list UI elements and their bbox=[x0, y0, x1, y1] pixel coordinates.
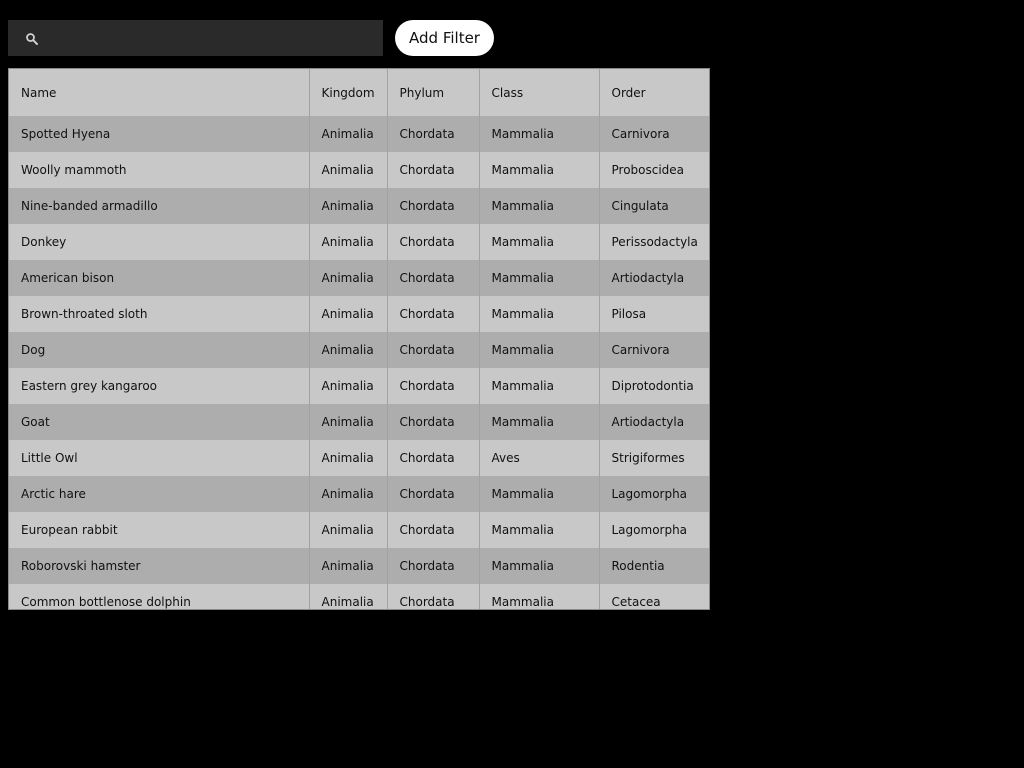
table-row[interactable]: Arctic hare Animalia Chordata Mammalia Lagom… bbox=[9, 476, 709, 512]
search-input[interactable] bbox=[48, 20, 378, 56]
cell-name: Brown-throated sloth bbox=[9, 296, 310, 332]
cell-order: Artiodactyla bbox=[611, 415, 685, 429]
cell-kingdom: Animalia bbox=[309, 224, 388, 260]
cell-phylum: Chordata bbox=[387, 548, 480, 584]
cell-name: Little Owl bbox=[9, 440, 310, 476]
cell-order: Carnivora bbox=[611, 127, 670, 141]
cell-kingdom: Animalia bbox=[309, 548, 388, 584]
cell-kingdom: Animalia bbox=[309, 296, 388, 332]
toolbar: Add Filter bbox=[8, 20, 708, 56]
cell-class: Mammalia bbox=[479, 224, 600, 260]
cell-phylum: Chordata bbox=[387, 404, 480, 440]
column-header-kingdom[interactable]: Kingdom bbox=[309, 69, 388, 116]
cell-kingdom: Animalia bbox=[309, 188, 388, 224]
cell-class: Mammalia bbox=[479, 188, 600, 224]
cell-phylum: Chordata bbox=[387, 584, 480, 609]
cell-kingdom: Animalia bbox=[309, 260, 388, 296]
cell-name: Roborovski hamster bbox=[9, 548, 310, 584]
cell-order: Lagomorpha bbox=[611, 523, 688, 537]
cell-phylum: Chordata bbox=[387, 116, 480, 152]
cell-kingdom: Animalia bbox=[309, 368, 388, 404]
cell-class: Mammalia bbox=[479, 116, 600, 152]
table-row[interactable]: Little Owl Animalia Chordata Aves Strigiform… bbox=[9, 440, 709, 476]
cell-phylum: Chordata bbox=[387, 476, 480, 512]
cell-class: Mammalia bbox=[479, 404, 600, 440]
cell-class: Mammalia bbox=[479, 368, 600, 404]
cell-kingdom: Animalia bbox=[309, 440, 388, 476]
cell-class: Mammalia bbox=[479, 584, 600, 609]
table-header: Name Kingdom Phylum Class Order bbox=[9, 69, 709, 116]
cell-phylum: Chordata bbox=[387, 296, 480, 332]
column-header-order[interactable]: Order bbox=[599, 69, 709, 116]
cell-class: Mammalia bbox=[479, 476, 600, 512]
table-row[interactable]: American bison Animalia Chordata Mammalia Ar… bbox=[9, 260, 709, 296]
cell-kingdom: Animalia bbox=[309, 404, 388, 440]
cell-phylum: Chordata bbox=[387, 440, 480, 476]
table-row[interactable]: Donkey Animalia Chordata Mammalia Perissodac… bbox=[9, 224, 709, 260]
search-icon bbox=[25, 31, 39, 45]
cell-order: Perissodactyla bbox=[611, 235, 698, 249]
table-body: Spotted Hyena Animalia Chordata Mammalia Car… bbox=[9, 116, 709, 609]
cell-kingdom: Animalia bbox=[309, 332, 388, 368]
cell-order: Diprotodontia bbox=[611, 379, 694, 393]
cell-name: Eastern grey kangaroo bbox=[9, 368, 310, 404]
cell-name: European rabbit bbox=[9, 512, 310, 548]
cell-kingdom: Animalia bbox=[309, 152, 388, 188]
cell-order: Lagomorpha bbox=[611, 487, 688, 501]
table-row[interactable]: Dog Animalia Chordata Mammalia Carnivora bbox=[9, 332, 709, 368]
cell-class: Mammalia bbox=[479, 296, 600, 332]
table-row[interactable]: Brown-throated sloth Animalia Chordata Mamm… bbox=[9, 296, 709, 332]
cell-phylum: Chordata bbox=[387, 512, 480, 548]
table-row[interactable]: Woolly mammoth Animalia Chordata Mammalia Pr… bbox=[9, 152, 709, 188]
cell-name: Common bottlenose dolphin bbox=[9, 584, 310, 609]
cell-class: Aves bbox=[479, 440, 600, 476]
cell-kingdom: Animalia bbox=[309, 116, 388, 152]
cell-phylum: Chordata bbox=[387, 260, 480, 296]
cell-order: Artiodactyla bbox=[611, 271, 685, 285]
cell-kingdom: Animalia bbox=[309, 512, 388, 548]
cell-order: Rodentia bbox=[611, 559, 665, 573]
column-header-phylum[interactable]: Phylum bbox=[387, 69, 480, 116]
cell-order: Strigiformes bbox=[611, 451, 685, 465]
header-row: Name Kingdom Phylum Class Order bbox=[9, 69, 709, 116]
cell-phylum: Chordata bbox=[387, 332, 480, 368]
column-header-class[interactable]: Class bbox=[479, 69, 600, 116]
cell-class: Mammalia bbox=[479, 512, 600, 548]
cell-name: American bison bbox=[9, 260, 310, 296]
cell-name: Dog bbox=[9, 332, 310, 368]
column-header-name[interactable]: Name bbox=[9, 69, 310, 116]
cell-name: Spotted Hyena bbox=[9, 116, 310, 152]
cell-class: Mammalia bbox=[479, 260, 600, 296]
add-filter-button[interactable]: Add Filter bbox=[395, 20, 494, 56]
data-table[interactable]: Name Kingdom Phylum Class Order Spotted … bbox=[8, 68, 710, 610]
table-row[interactable]: Nine-banded armadillo Animalia Chordata Mam… bbox=[9, 188, 709, 224]
search-box[interactable] bbox=[8, 20, 383, 56]
species-table: Name Kingdom Phylum Class Order Spotted … bbox=[9, 69, 709, 609]
cell-phylum: Chordata bbox=[387, 368, 480, 404]
table-row[interactable]: Eastern grey kangaroo Animalia Chordata Mam… bbox=[9, 368, 709, 404]
cell-order: Pilosa bbox=[611, 307, 647, 321]
table-row[interactable]: Spotted Hyena Animalia Chordata Mammalia Car… bbox=[9, 116, 709, 152]
table-row[interactable]: Common bottlenose dolphin Animalia Chordat… bbox=[9, 584, 709, 609]
table-row[interactable]: Roborovski hamster Animalia Chordata Mammal… bbox=[9, 548, 709, 584]
cell-name: Donkey bbox=[9, 224, 310, 260]
cell-kingdom: Animalia bbox=[309, 476, 388, 512]
table-row[interactable]: European rabbit Animalia Chordata Mammalia L… bbox=[9, 512, 709, 548]
cell-order: Cetacea bbox=[611, 595, 661, 609]
cell-order: Proboscidea bbox=[611, 163, 685, 177]
cell-name: Nine-banded armadillo bbox=[9, 188, 310, 224]
cell-name: Woolly mammoth bbox=[9, 152, 310, 188]
cell-name: Goat bbox=[9, 404, 310, 440]
cell-order: Cingulata bbox=[611, 199, 669, 213]
cell-phylum: Chordata bbox=[387, 188, 480, 224]
cell-order: Carnivora bbox=[611, 343, 670, 357]
cell-class: Mammalia bbox=[479, 332, 600, 368]
cell-phylum: Chordata bbox=[387, 224, 480, 260]
cell-kingdom: Animalia bbox=[309, 584, 388, 609]
cell-class: Mammalia bbox=[479, 548, 600, 584]
cell-name: Arctic hare bbox=[9, 476, 310, 512]
cell-phylum: Chordata bbox=[387, 152, 480, 188]
table-row[interactable]: Goat Animalia Chordata Mammalia Artiodactyla bbox=[9, 404, 709, 440]
cell-class: Mammalia bbox=[479, 152, 600, 188]
